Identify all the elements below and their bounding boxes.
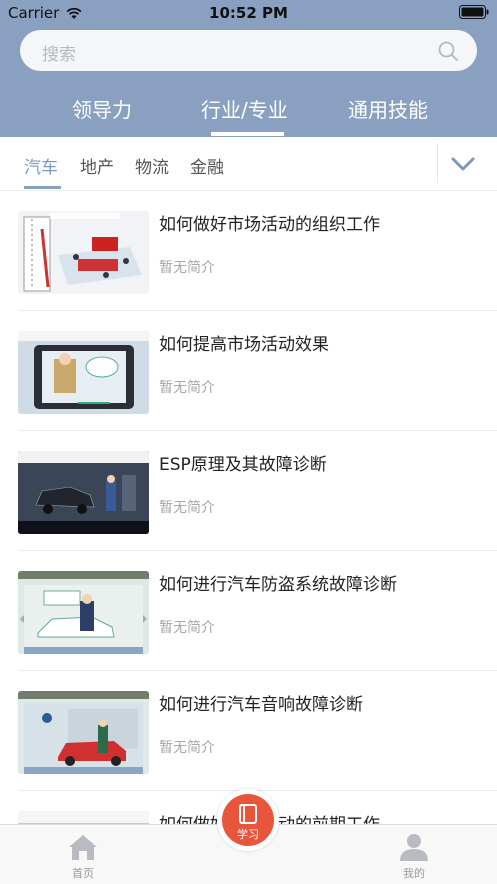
tab-general-skills[interactable]: 通用技能 — [348, 94, 428, 123]
course-title: ESP原理及其故障诊断 — [159, 455, 327, 475]
course-thumbnail — [18, 331, 149, 414]
course-description: 暂无简介 — [159, 500, 215, 516]
search-placeholder: 搜索 — [42, 45, 76, 65]
status-time: 10:52 PM — [209, 4, 288, 22]
user-icon — [400, 834, 428, 861]
list-item[interactable]: 如何进行汽车音响故障诊断 暂无简介 — [0, 671, 497, 791]
list-item[interactable]: 如何提高市场活动效果 暂无简介 — [0, 311, 497, 431]
sub-tab-real-estate[interactable]: 地产 — [80, 153, 114, 178]
chevron-down-icon[interactable] — [450, 151, 476, 177]
category-tabs: 领导力 行业/专业 通用技能 — [0, 84, 497, 137]
course-thumbnail — [18, 451, 149, 534]
search-icon[interactable] — [437, 40, 459, 62]
course-thumbnail — [18, 691, 149, 774]
course-title: 如何进行汽车音响故障诊断 — [159, 695, 363, 715]
sub-tab-logistics[interactable]: 物流 — [135, 153, 169, 178]
study-button[interactable]: 学习 — [217, 789, 279, 851]
course-description: 暂无简介 — [159, 380, 215, 396]
book-icon — [239, 804, 257, 824]
course-description: 暂无简介 — [159, 740, 215, 756]
tab-industry[interactable]: 行业/专业 — [201, 94, 288, 123]
sub-tabs-divider — [437, 143, 438, 183]
sub-tabs: 汽车 地产 物流 金融 — [0, 137, 497, 191]
battery-icon — [459, 5, 489, 19]
course-thumbnail — [18, 811, 149, 824]
sub-tab-indicator — [24, 186, 61, 189]
course-description: 暂无简介 — [159, 260, 215, 276]
course-title: 如何提高市场活动效果 — [159, 335, 329, 355]
tab-mine[interactable]: 我的 — [374, 825, 454, 884]
course-thumbnail — [18, 571, 149, 654]
status-bar: Carrier 10:52 PM — [0, 0, 497, 26]
search-input[interactable]: 搜索 — [20, 30, 477, 71]
list-item[interactable]: 如何做好市场活动的组织工作 暂无简介 — [0, 191, 497, 311]
tab-home-label: 首页 — [72, 867, 94, 880]
tab-mine-label: 我的 — [403, 867, 425, 880]
course-list: 如何做好市场活动的组织工作 暂无简介 如何提高市场活动效果 暂无简介 ESP原理… — [0, 191, 497, 824]
sub-tab-auto[interactable]: 汽车 — [24, 153, 58, 178]
list-item[interactable]: 如何进行汽车防盗系统故障诊断 暂无简介 — [0, 551, 497, 671]
course-title: 如何进行汽车防盗系统故障诊断 — [159, 575, 397, 595]
active-tab-indicator — [211, 132, 284, 136]
home-icon — [69, 835, 97, 860]
tab-home[interactable]: 首页 — [43, 825, 123, 884]
list-item[interactable]: ESP原理及其故障诊断 暂无简介 — [0, 431, 497, 551]
course-thumbnail — [18, 211, 149, 294]
sub-tab-finance[interactable]: 金融 — [190, 153, 224, 178]
course-title: 如何做好市场活动的组织工作 — [159, 215, 380, 235]
study-button-inner: 学习 — [222, 794, 274, 846]
tab-leadership[interactable]: 领导力 — [72, 94, 132, 123]
header: Carrier 10:52 PM 搜索 领导力 行业/专业 通用技能 — [0, 0, 497, 137]
course-description: 暂无简介 — [159, 620, 215, 636]
study-label: 学习 — [237, 828, 259, 841]
